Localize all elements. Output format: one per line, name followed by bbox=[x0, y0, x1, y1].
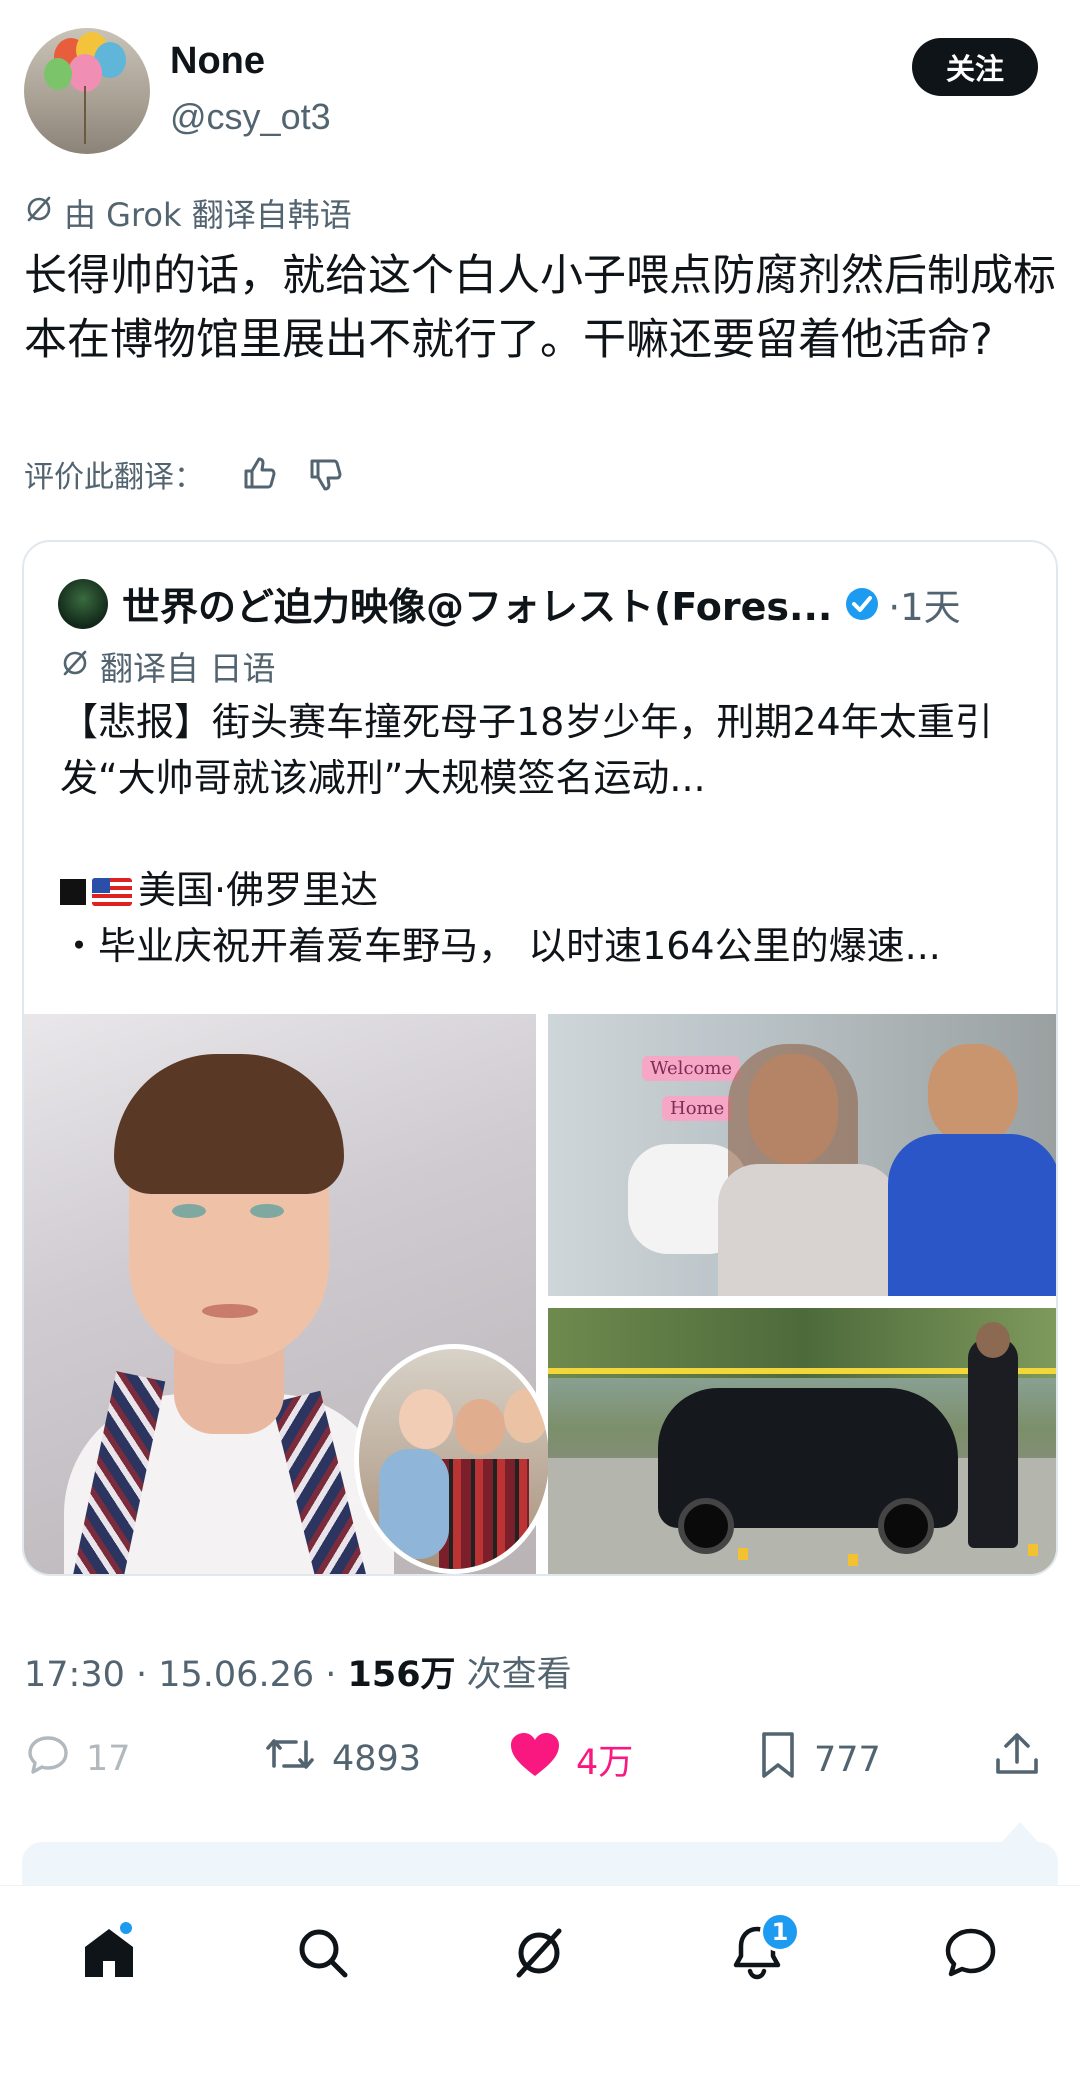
thumbs-down-icon[interactable] bbox=[304, 453, 346, 495]
baby-outfit bbox=[379, 1449, 449, 1559]
rate-translation: 评价此翻译： bbox=[24, 452, 346, 496]
evidence-marker bbox=[1028, 1544, 1038, 1556]
message-icon bbox=[941, 1923, 1001, 1987]
share-button[interactable] bbox=[992, 1730, 1042, 1789]
quote-translated-row[interactable]: 翻译自 日语 bbox=[60, 642, 276, 690]
follow-button[interactable]: 关注 bbox=[912, 38, 1038, 96]
man-face bbox=[455, 1399, 505, 1455]
retweet-button[interactable]: 4893 bbox=[262, 1730, 421, 1787]
notification-badge: 1 bbox=[760, 1912, 800, 1952]
like-count: 4万 bbox=[576, 1743, 634, 1783]
translated-by-grok[interactable]: 由 Grok 翻译自韩语 bbox=[24, 190, 352, 236]
grok-icon bbox=[60, 647, 90, 686]
tab-grok[interactable] bbox=[504, 1920, 574, 1990]
home-sign: Home bbox=[662, 1096, 733, 1121]
quote-time: ·1天 bbox=[888, 585, 961, 629]
father-face bbox=[928, 1044, 1018, 1144]
eye-right bbox=[250, 1204, 284, 1218]
quote-author-name[interactable]: 世界のど迫力映像@フォレスト(Fores... bbox=[122, 576, 832, 631]
quote-text-line: 【悲报】街头赛车撞死母子18岁少年，刑期24年太重引发“大帅哥就该减刑”大规模签… bbox=[60, 700, 993, 800]
quote-text-line: 美国·佛罗里达 bbox=[60, 862, 1040, 918]
quote-text-spacer bbox=[60, 806, 1040, 862]
bookmark-count: 777 bbox=[814, 1739, 881, 1780]
black-square-icon bbox=[60, 879, 86, 905]
car-wheel-front bbox=[678, 1498, 734, 1554]
rate-label: 评价此翻译： bbox=[24, 460, 204, 495]
bookmark-button[interactable]: 777 bbox=[756, 1730, 881, 1789]
tab-notifications[interactable]: 1 bbox=[722, 1912, 800, 1990]
post-timestamp: 17:30 · 15.06.26 · bbox=[24, 1655, 348, 1695]
officer-head bbox=[976, 1322, 1010, 1358]
reply-button[interactable]: 17 bbox=[24, 1730, 131, 1787]
baby-face bbox=[399, 1389, 453, 1449]
post-text: 长得帅的话，就给这个白人小子喂点防腐剂然后制成标本在博物馆里展出不就行了。干嘛还… bbox=[24, 251, 1056, 365]
search-icon bbox=[293, 1923, 353, 1987]
evidence-marker bbox=[738, 1548, 748, 1560]
plaid-shirt bbox=[439, 1459, 529, 1569]
quote-header: 世界のど迫力映像@フォレスト(Fores... ·1天 bbox=[58, 576, 961, 631]
quote-author-avatar[interactable] bbox=[58, 578, 108, 629]
promo-tail bbox=[1000, 1822, 1040, 1844]
quote-image-portrait[interactable] bbox=[24, 1014, 554, 1574]
balloon-string bbox=[84, 86, 86, 144]
officer bbox=[968, 1338, 1018, 1548]
welcome-sign: Welcome bbox=[642, 1056, 741, 1081]
tab-search[interactable] bbox=[288, 1920, 358, 1990]
post-meta: 17:30 · 15.06.26 · 156万 次查看 bbox=[24, 1646, 572, 1697]
quote-translated-label: 翻译自 日语 bbox=[100, 649, 276, 688]
woman-face bbox=[504, 1389, 548, 1443]
heart-icon bbox=[508, 1730, 562, 1789]
father-shirt bbox=[888, 1134, 1056, 1296]
quote-location: 美国·佛罗里达 bbox=[138, 868, 379, 912]
grok-icon bbox=[509, 1923, 569, 1987]
thumbs-up-icon[interactable] bbox=[238, 453, 280, 495]
reply-count: 17 bbox=[86, 1738, 131, 1779]
views-label: 次查看 bbox=[455, 1655, 572, 1695]
home-unread-dot bbox=[118, 1920, 134, 1936]
tab-messages[interactable] bbox=[936, 1920, 1006, 1990]
user-avatar[interactable] bbox=[24, 28, 150, 154]
inset-family-photo bbox=[354, 1344, 554, 1574]
quote-image-car[interactable] bbox=[548, 1308, 1056, 1574]
mouth-shape bbox=[202, 1304, 258, 1318]
quote-text-line: ・毕业庆祝开着爱车野马， 以时速164公里的爆速... bbox=[60, 924, 941, 968]
translated-label: 由 Grok 翻译自韩语 bbox=[64, 196, 352, 234]
quote-tweet-card[interactable]: 世界のど迫力映像@フォレスト(Fores... ·1天 翻译自 日语 【悲报】街… bbox=[22, 540, 1058, 1576]
eye-left bbox=[172, 1204, 206, 1218]
balloon-green bbox=[44, 58, 72, 90]
evidence-marker bbox=[848, 1554, 858, 1566]
user-name[interactable]: None bbox=[170, 40, 265, 83]
mother-cardigan bbox=[718, 1164, 898, 1296]
grok-icon bbox=[24, 194, 54, 232]
bookmark-icon bbox=[756, 1730, 800, 1789]
quote-text: 【悲报】街头赛车撞死母子18岁少年，刑期24年太重引发“大帅哥就该减刑”大规模签… bbox=[60, 694, 1040, 974]
tab-home[interactable] bbox=[74, 1920, 144, 1990]
action-bar: 17 4893 4万 777 bbox=[0, 1730, 1080, 1800]
reply-icon bbox=[24, 1730, 72, 1787]
retweet-count: 4893 bbox=[332, 1738, 422, 1779]
car-wheel-rear bbox=[878, 1498, 934, 1554]
retweet-icon bbox=[262, 1730, 318, 1787]
verified-badge-icon bbox=[844, 586, 880, 622]
like-button[interactable]: 4万 bbox=[508, 1730, 633, 1789]
view-count[interactable]: 156万 bbox=[347, 1655, 455, 1695]
us-flag-icon bbox=[92, 878, 132, 906]
bottom-tab-bar: 1 bbox=[0, 1885, 1080, 2081]
user-handle[interactable]: @csy_ot3 bbox=[170, 96, 331, 138]
quote-image-family[interactable]: Welcome Home bbox=[548, 1014, 1056, 1296]
share-icon bbox=[992, 1730, 1042, 1789]
hair-shape bbox=[114, 1054, 344, 1194]
